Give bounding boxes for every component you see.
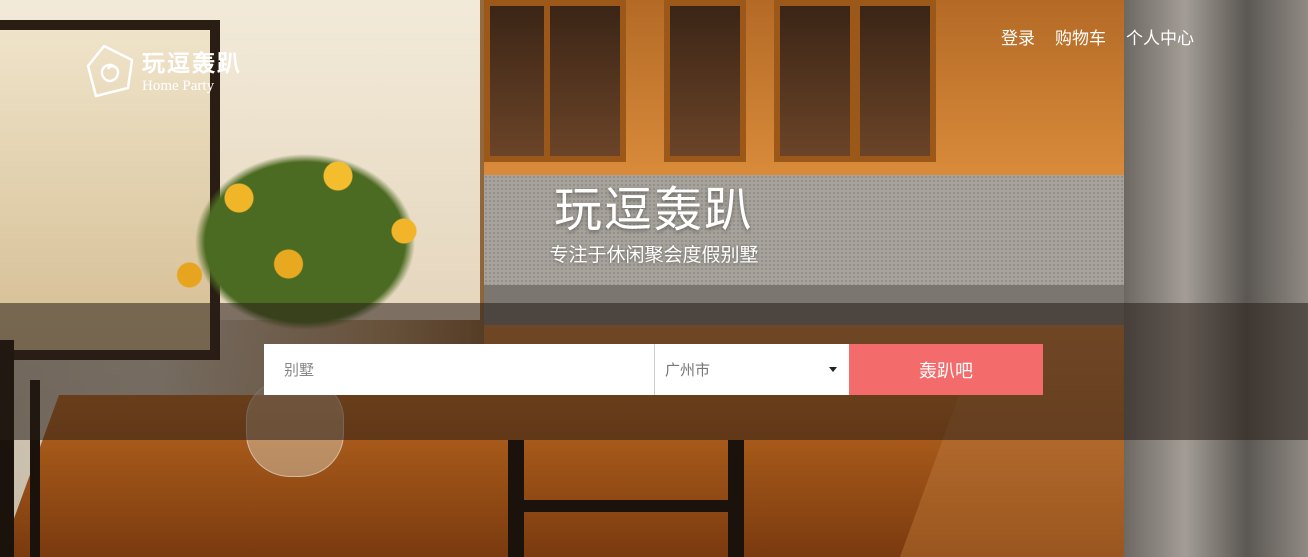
top-nav: 登录 购物车 个人中心 [1001, 24, 1194, 49]
nav-cart-link[interactable]: 购物车 [1055, 24, 1106, 49]
nav-account-link[interactable]: 个人中心 [1126, 24, 1194, 49]
hero-title: 玩逗轰趴 [553, 182, 754, 238]
search-bar: 广州市 轰趴吧 [264, 344, 1043, 395]
search-input[interactable] [264, 344, 654, 395]
hero-subtitle: 专注于休闲聚会度假别墅 [549, 244, 759, 266]
background-chair [508, 500, 744, 512]
city-select-value: 广州市 [665, 361, 711, 379]
house-icon [84, 40, 136, 98]
brand-name-cn: 玩逗轰趴 [142, 51, 242, 77]
brand-logo[interactable]: 玩逗轰趴 Home Party [84, 40, 242, 98]
hero-section: 玩逗轰趴 Home Party 登录 购物车 个人中心 玩逗轰趴 专注于休闲聚会… [0, 0, 1308, 557]
search-submit-button[interactable]: 轰趴吧 [849, 344, 1043, 395]
background-fridge [1124, 0, 1308, 557]
nav-login-link[interactable]: 登录 [1001, 24, 1035, 49]
brand-name-en: Home Party [142, 78, 215, 94]
city-select[interactable]: 广州市 [654, 344, 849, 395]
background-chair [508, 440, 524, 557]
background-chair [728, 440, 744, 557]
chevron-down-icon [829, 367, 837, 372]
